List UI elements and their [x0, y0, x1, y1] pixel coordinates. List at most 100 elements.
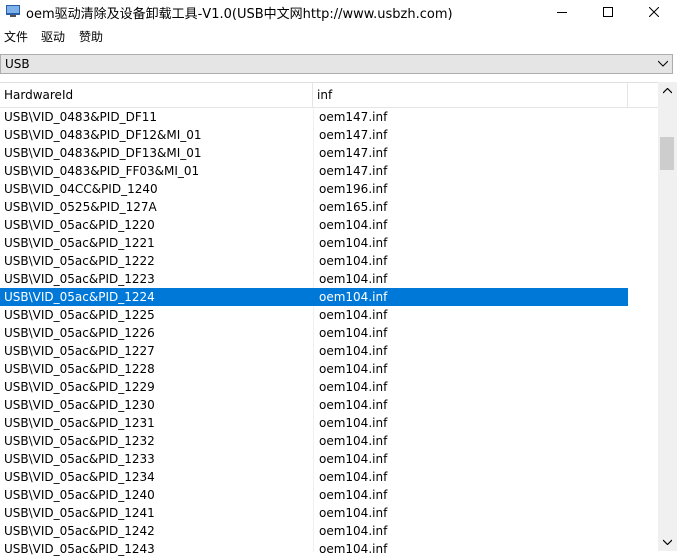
table-row[interactable]: USB\VID_05ac&PID_1224 oem104.inf	[0, 288, 628, 306]
inf-cell: oem104.inf	[319, 470, 388, 484]
hardware-id-cell: USB\VID_05ac&PID_1234	[4, 470, 155, 484]
table-row[interactable]: USB\VID_05ac&PID_1221 oem104.inf	[0, 234, 658, 252]
hardware-id-cell: USB\VID_05ac&PID_1231	[4, 416, 155, 430]
app-icon	[6, 5, 20, 17]
dropdown-selected-value: USB	[5, 57, 30, 71]
table-row[interactable]: USB\VID_05ac&PID_1220 oem104.inf	[0, 216, 658, 234]
hardware-id-cell: USB\VID_0525&PID_127A	[4, 200, 157, 214]
table-row[interactable]: USB\VID_05ac&PID_1226 oem104.inf	[0, 324, 658, 342]
hardware-id-cell: USB\VID_0483&PID_FF03&MI_01	[4, 164, 200, 178]
hardware-id-cell: USB\VID_05ac&PID_1227	[4, 344, 155, 358]
table-row[interactable]: USB\VID_05ac&PID_1229 oem104.inf	[0, 378, 658, 396]
hardware-id-cell: USB\VID_05ac&PID_1240	[4, 488, 155, 502]
table-row[interactable]: USB\VID_05ac&PID_1225 oem104.inf	[0, 306, 658, 324]
table-row[interactable]: USB\VID_0483&PID_DF13&MI_01 oem147.inf	[0, 144, 658, 162]
table-row[interactable]: USB\VID_05ac&PID_1227 oem104.inf	[0, 342, 658, 360]
inf-cell: oem104.inf	[319, 254, 388, 268]
hardware-id-cell: USB\VID_05ac&PID_1222	[4, 254, 155, 268]
table-row[interactable]: USB\VID_05ac&PID_1242 oem104.inf	[0, 522, 658, 540]
maximize-button[interactable]	[585, 0, 631, 24]
hardware-id-cell: USB\VID_05ac&PID_1233	[4, 452, 155, 466]
menu-bar: 文件 驱动 赞助	[0, 26, 677, 46]
hardware-id-cell: USB\VID_05ac&PID_1226	[4, 326, 155, 340]
inf-cell: oem104.inf	[319, 344, 388, 358]
hardware-id-cell: USB\VID_0483&PID_DF12&MI_01	[4, 128, 202, 142]
inf-cell: oem104.inf	[319, 452, 388, 466]
chevron-down-icon	[658, 60, 668, 67]
scroll-up-button[interactable]	[658, 82, 677, 100]
inf-cell: oem104.inf	[319, 434, 388, 448]
menu-donate[interactable]: 赞助	[79, 28, 103, 45]
hardware-id-cell: USB\VID_04CC&PID_1240	[4, 182, 158, 196]
inf-cell: oem104.inf	[319, 488, 388, 502]
table-row[interactable]: USB\VID_05ac&PID_1222 oem104.inf	[0, 252, 658, 270]
inf-cell: oem104.inf	[319, 290, 388, 304]
hardware-id-cell: USB\VID_05ac&PID_1229	[4, 380, 155, 394]
list-header: HardwareId inf	[0, 83, 658, 108]
inf-cell: oem104.inf	[319, 398, 388, 412]
title-bar: oem驱动清除及设备卸载工具-V1.0(USB中文网http://www.usb…	[0, 0, 677, 24]
inf-cell: oem104.inf	[319, 326, 388, 340]
table-row[interactable]: USB\VID_05ac&PID_1223 oem104.inf	[0, 270, 658, 288]
hardware-id-cell: USB\VID_05ac&PID_1242	[4, 524, 155, 538]
close-icon	[649, 7, 659, 17]
list-rows: USB\VID_0483&PID_DF11 oem147.inf USB\VID_0…	[0, 108, 658, 558]
hardware-id-cell: USB\VID_05ac&PID_1224	[4, 290, 155, 304]
scroll-down-button[interactable]	[658, 533, 677, 551]
table-row[interactable]: USB\VID_0483&PID_FF03&MI_01 oem147.inf	[0, 162, 658, 180]
menu-file[interactable]: 文件	[4, 28, 28, 45]
table-row[interactable]: USB\VID_04CC&PID_1240 oem196.inf	[0, 180, 658, 198]
window-title: oem驱动清除及设备卸载工具-V1.0(USB中文网http://www.usb…	[26, 7, 453, 22]
hardware-list[interactable]: HardwareId inf USB\VID_0483&PID_DF11 oem1…	[0, 82, 677, 556]
table-row[interactable]: USB\VID_0483&PID_DF12&MI_01 oem147.inf	[0, 126, 658, 144]
table-row[interactable]: USB\VID_05ac&PID_1230 oem104.inf	[0, 396, 658, 414]
hardware-id-cell: USB\VID_0483&PID_DF13&MI_01	[4, 146, 202, 160]
chevron-up-icon	[663, 88, 672, 94]
device-class-dropdown[interactable]: USB	[0, 54, 673, 74]
hardware-id-cell: USB\VID_05ac&PID_1220	[4, 218, 155, 232]
hardware-id-cell: USB\VID_0483&PID_DF11	[4, 110, 157, 124]
vertical-scrollbar[interactable]	[658, 82, 677, 551]
table-row[interactable]: USB\VID_05ac&PID_1243 oem104.inf	[0, 540, 658, 558]
table-row[interactable]: USB\VID_05ac&PID_1240 oem104.inf	[0, 486, 658, 504]
hardware-id-cell: USB\VID_05ac&PID_1232	[4, 434, 155, 448]
table-row[interactable]: USB\VID_0525&PID_127A oem165.inf	[0, 198, 658, 216]
inf-cell: oem104.inf	[319, 542, 388, 556]
table-row[interactable]: USB\VID_05ac&PID_1232 oem104.inf	[0, 432, 658, 450]
hardware-id-cell: USB\VID_05ac&PID_1228	[4, 362, 155, 376]
inf-cell: oem147.inf	[319, 110, 388, 124]
inf-cell: oem104.inf	[319, 362, 388, 376]
inf-cell: oem147.inf	[319, 146, 388, 160]
hardware-id-cell: USB\VID_05ac&PID_1230	[4, 398, 155, 412]
inf-cell: oem147.inf	[319, 164, 388, 178]
column-header-inf[interactable]: inf	[313, 83, 628, 107]
table-row[interactable]: USB\VID_05ac&PID_1234 oem104.inf	[0, 468, 658, 486]
inf-cell: oem104.inf	[319, 380, 388, 394]
inf-cell: oem104.inf	[319, 416, 388, 430]
inf-cell: oem104.inf	[319, 506, 388, 520]
scroll-thumb[interactable]	[660, 137, 674, 170]
minimize-icon	[557, 12, 567, 13]
table-row[interactable]: USB\VID_05ac&PID_1228 oem104.inf	[0, 360, 658, 378]
column-header-hardwareid[interactable]: HardwareId	[0, 83, 313, 107]
hardware-id-cell: USB\VID_05ac&PID_1221	[4, 236, 155, 250]
inf-cell: oem147.inf	[319, 128, 388, 142]
inf-cell: oem165.inf	[319, 200, 388, 214]
table-row[interactable]: USB\VID_05ac&PID_1231 oem104.inf	[0, 414, 658, 432]
minimize-button[interactable]	[539, 0, 585, 24]
table-row[interactable]: USB\VID_0483&PID_DF11 oem147.inf	[0, 108, 658, 126]
hardware-id-cell: USB\VID_05ac&PID_1225	[4, 308, 155, 322]
table-row[interactable]: USB\VID_05ac&PID_1233 oem104.inf	[0, 450, 658, 468]
chevron-down-icon	[663, 539, 672, 545]
inf-cell: oem104.inf	[319, 218, 388, 232]
inf-cell: oem104.inf	[319, 308, 388, 322]
hardware-id-cell: USB\VID_05ac&PID_1243	[4, 542, 155, 556]
hardware-id-cell: USB\VID_05ac&PID_1223	[4, 272, 155, 286]
close-button[interactable]	[631, 0, 677, 24]
inf-cell: oem104.inf	[319, 272, 388, 286]
inf-cell: oem104.inf	[319, 524, 388, 538]
table-row[interactable]: USB\VID_05ac&PID_1241 oem104.inf	[0, 504, 658, 522]
maximize-icon	[603, 7, 613, 17]
inf-cell: oem104.inf	[319, 236, 388, 250]
menu-driver[interactable]: 驱动	[41, 28, 65, 45]
